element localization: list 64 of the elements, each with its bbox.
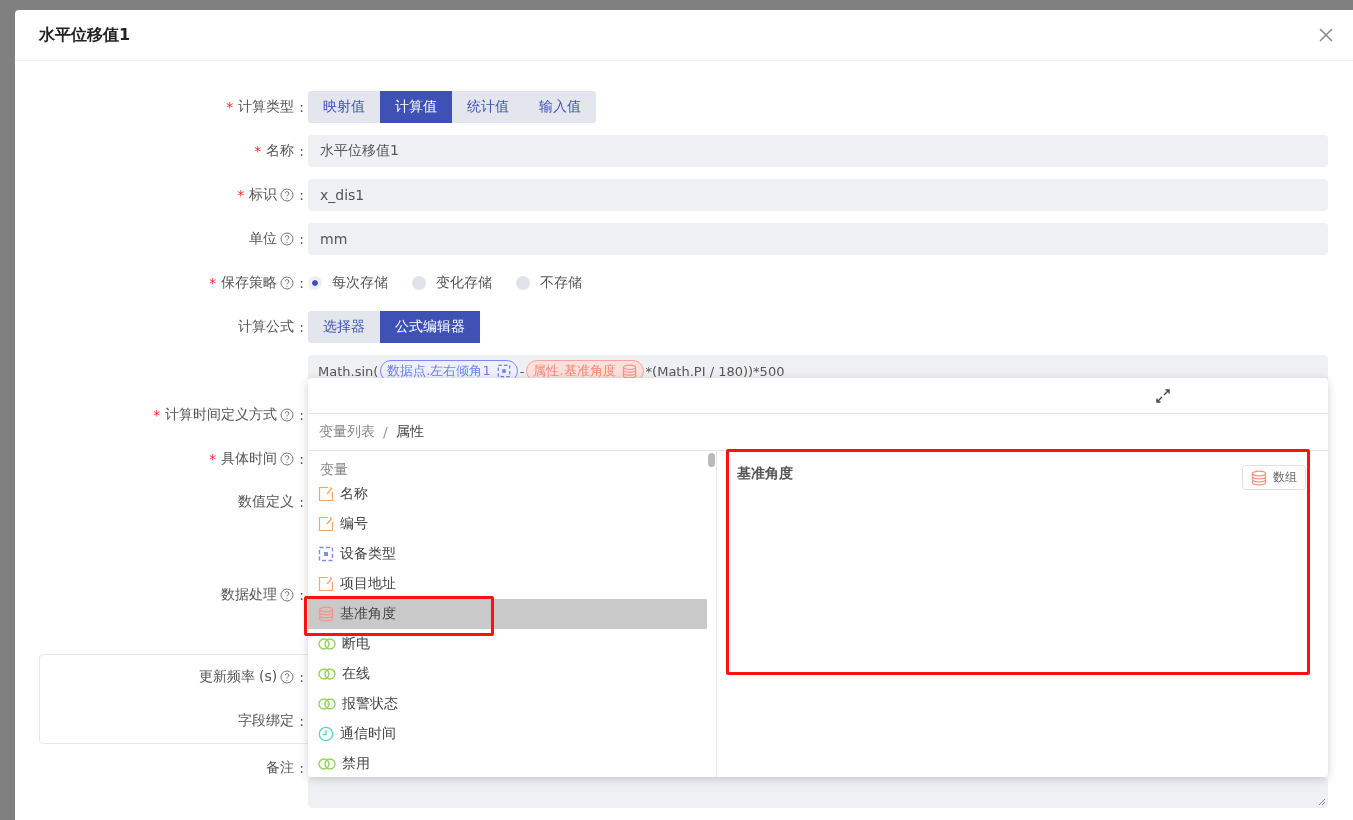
colon: : bbox=[299, 231, 304, 247]
field-label: 计算时间定义方式 bbox=[165, 406, 278, 424]
variable-list-item[interactable]: 编号 bbox=[308, 509, 707, 539]
variable-list-item[interactable]: 断电 bbox=[308, 629, 707, 659]
segment-tab[interactable]: 输入值 bbox=[524, 91, 596, 123]
field-label: 计算类型 bbox=[238, 98, 295, 116]
field-label: 标识 bbox=[249, 186, 278, 204]
required-mark: * bbox=[209, 451, 217, 467]
required-mark: * bbox=[237, 187, 245, 203]
required-mark: * bbox=[254, 143, 262, 159]
colon: : bbox=[299, 143, 304, 159]
variable-list-item[interactable]: 项目地址 bbox=[308, 569, 707, 599]
colon: : bbox=[299, 494, 304, 510]
field-label: 具体时间 bbox=[221, 450, 278, 468]
required-mark: * bbox=[209, 275, 217, 291]
variable-list-item[interactable]: 在线 bbox=[308, 659, 707, 689]
colon: : bbox=[299, 760, 304, 776]
field-label: 备注 bbox=[266, 759, 295, 777]
type-tag: 数组 bbox=[1242, 465, 1306, 490]
formula-text: Math.sin( bbox=[318, 363, 379, 379]
variable-list-item[interactable]: 禁用 bbox=[308, 749, 707, 779]
group-heading: 变量 bbox=[319, 460, 349, 479]
variable-list-item[interactable]: 通信时间 bbox=[308, 719, 707, 749]
colon: : bbox=[299, 187, 304, 203]
field-label: 计算公式 bbox=[238, 318, 295, 336]
colon: : bbox=[299, 319, 304, 335]
colon: : bbox=[299, 407, 304, 423]
variable-list-item[interactable]: 报警状态 bbox=[308, 689, 707, 719]
segment-tab[interactable]: 公式编辑器 bbox=[380, 311, 480, 343]
field-label: 名称 bbox=[266, 142, 295, 160]
field-label: 字段绑定 bbox=[238, 712, 295, 730]
segment-tab[interactable]: 计算值 bbox=[380, 91, 452, 123]
required-mark: * bbox=[153, 407, 161, 423]
field-label: 数值定义 bbox=[238, 493, 295, 511]
radio-label: 变化存储 bbox=[436, 274, 492, 292]
breadcrumb-link[interactable]: 属性 bbox=[395, 423, 424, 441]
colon: : bbox=[299, 669, 304, 685]
required-mark: * bbox=[226, 99, 234, 115]
variable-list-item[interactable]: 设备类型 bbox=[308, 539, 707, 569]
colon: : bbox=[299, 713, 304, 729]
variable-list-item[interactable]: 名称 bbox=[308, 479, 707, 509]
field-label: 更新频率 (s) bbox=[198, 668, 278, 686]
field-label: 单位 bbox=[249, 230, 278, 248]
breadcrumb-link[interactable]: 变量列表 bbox=[319, 423, 375, 441]
segment-tab[interactable]: 选择器 bbox=[308, 311, 380, 343]
formula-text: - bbox=[519, 363, 525, 379]
colon: : bbox=[299, 451, 304, 467]
field-label: 保存策略 bbox=[221, 274, 278, 292]
segment-tab[interactable]: 映射值 bbox=[308, 91, 380, 123]
field-label: 数据处理 bbox=[221, 586, 278, 604]
text-input[interactable]: x_dis1 bbox=[308, 179, 1328, 211]
text-input[interactable]: 水平位移值1 bbox=[308, 135, 1328, 167]
radio-label: 每次存储 bbox=[332, 274, 388, 292]
formula-text: *(Math.PI / 180))*500 bbox=[645, 363, 785, 379]
text-input[interactable]: mm bbox=[308, 223, 1328, 255]
colon: : bbox=[299, 99, 304, 115]
variable-list-item[interactable]: 基准角度 bbox=[308, 599, 707, 629]
segment-tab[interactable]: 统计值 bbox=[452, 91, 524, 123]
radio-label: 不存储 bbox=[540, 274, 582, 292]
colon: : bbox=[299, 587, 304, 603]
dialog-title: 水平位移值1 bbox=[39, 24, 131, 46]
detail-title: 基准角度 bbox=[737, 465, 793, 483]
colon: : bbox=[299, 275, 304, 291]
breadcrumb-separator: / bbox=[383, 424, 388, 440]
